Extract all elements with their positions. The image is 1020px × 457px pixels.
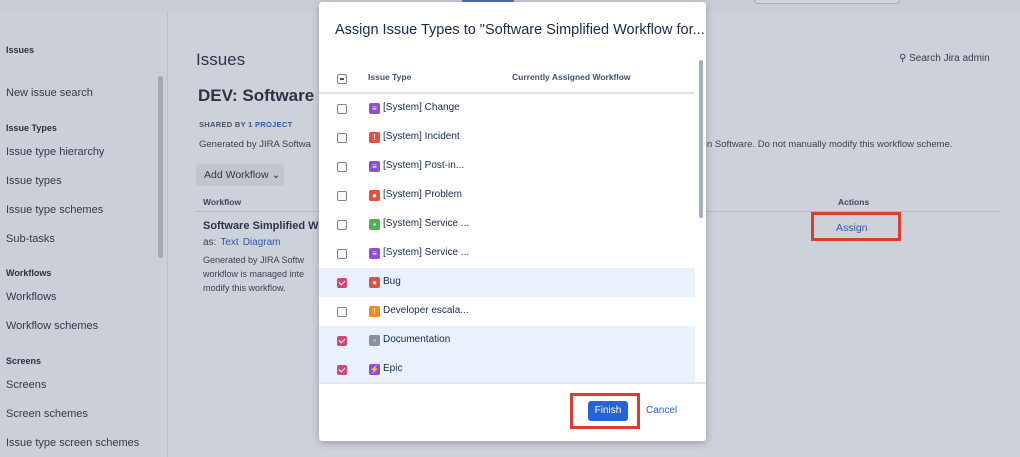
issue-type-label: Documentation: [383, 334, 451, 345]
column-header-workflow: Workflow: [203, 197, 242, 207]
issue-type-row[interactable]: ! Developer escala...: [319, 297, 695, 326]
issue-type-checkbox[interactable]: [337, 307, 347, 317]
shared-by-label: SHARED BY: [199, 120, 249, 129]
shared-by-project-link[interactable]: 1 PROJECT: [248, 120, 292, 129]
issue-type-label: [System] Service ...: [383, 247, 470, 258]
issue-type-checkbox[interactable]: [337, 278, 347, 288]
search-jira-admin-label: Search Jira admin: [909, 53, 990, 64]
issue-type-checkbox[interactable]: [337, 191, 347, 201]
sidebar-item-screens[interactable]: Screens: [6, 379, 46, 391]
workflow-scheme-title: DEV: Software S: [198, 86, 331, 105]
sidebar-item-issue-type-screen-schemes[interactable]: Issue type screen schemes: [6, 437, 139, 449]
workflow-name: Software Simplified W: [203, 220, 319, 232]
issue-type-row[interactable]: ▪ [System] Service ...: [319, 210, 695, 239]
annotation-highlight-finish: [570, 393, 640, 429]
page-title: Issues: [196, 50, 246, 69]
sidebar-item-screen-schemes[interactable]: Screen schemes: [6, 408, 88, 420]
annotation-highlight-assign: [811, 212, 901, 241]
view-as-diagram-link[interactable]: Diagram: [243, 237, 281, 248]
issue-type-checkbox[interactable]: [337, 365, 347, 375]
sidebar-section-workflows: Workflows: [6, 268, 52, 278]
select-all-checkbox[interactable]: [337, 74, 347, 84]
problem-icon: ●: [369, 190, 380, 201]
issue-type-checkbox[interactable]: [337, 336, 347, 346]
issue-type-label: Developer escala...: [383, 305, 469, 316]
issue-type-checkbox[interactable]: [337, 133, 347, 143]
issue-type-table-header: Issue Type Currently Assigned Workflow: [319, 66, 695, 94]
sidebar-item-issue-type-schemes[interactable]: Issue type schemes: [6, 204, 103, 216]
service-request-icon: ▪: [369, 219, 380, 230]
search-jira-admin-link[interactable]: ⚲ Search Jira admin: [899, 53, 990, 64]
workflow-description: Generated by JIRA Softw workflow is mana…: [203, 253, 319, 295]
bug-icon: ●: [369, 277, 380, 288]
view-as-label: as:: [203, 237, 217, 248]
sidebar-item-issue-types[interactable]: Issue types: [6, 175, 62, 187]
workflow-description-line: modify this workflow.: [203, 283, 286, 293]
global-search-input[interactable]: [754, 0, 900, 4]
issue-type-row[interactable]: ● Bug: [319, 268, 695, 297]
sidebar-item-sub-tasks[interactable]: Sub-tasks: [6, 233, 55, 245]
issue-type-row[interactable]: ≡ [System] Post-in...: [319, 152, 695, 181]
issue-type-label: Bug: [383, 276, 401, 287]
sidebar-section-screens: Screens: [6, 356, 42, 366]
change-icon: ≡: [369, 103, 380, 114]
post-incident-icon: ≡: [369, 161, 380, 172]
chevron-down-icon: ⌄: [271, 169, 281, 181]
workflow-description-line: Generated by JIRA Softw: [203, 255, 305, 265]
issue-type-label: [System] Post-in...: [383, 160, 465, 171]
issue-type-row[interactable]: ! [System] Incident: [319, 123, 695, 152]
issue-type-label: [System] Problem: [383, 189, 462, 200]
dialog-title: Assign Issue Types to "Software Simplifi…: [335, 22, 705, 38]
cancel-button[interactable]: Cancel: [646, 405, 677, 416]
dialog-scrollbar[interactable]: [699, 60, 703, 218]
workflow-description-line: workflow is managed inte: [203, 269, 305, 279]
sidebar-item-workflow-schemes[interactable]: Workflow schemes: [6, 320, 98, 332]
column-header-actions: Actions: [838, 197, 870, 207]
incident-icon: !: [369, 132, 380, 143]
add-workflow-label: Add Workflow: [204, 169, 269, 181]
issue-type-label: Epic: [383, 363, 403, 374]
shared-by-lozenge: SHARED BY 1 PROJECT: [199, 120, 293, 129]
issue-type-row[interactable]: ▫ Documentation: [319, 326, 695, 355]
issue-type-label: [System] Incident: [383, 131, 460, 142]
workflow-view-as: as: Text Diagram: [203, 237, 280, 248]
scheme-description-continued: n Software. Do not manually modify this …: [707, 139, 953, 150]
column-header-currently-assigned-workflow: Currently Assigned Workflow: [512, 72, 631, 82]
epic-icon: ⚡: [369, 364, 380, 375]
sidebar-item-issue-type-hierarchy[interactable]: Issue type hierarchy: [6, 146, 104, 158]
add-workflow-button[interactable]: Add Workflow ⌄: [196, 164, 284, 186]
issue-type-checkbox[interactable]: [337, 249, 347, 259]
assign-issue-types-dialog: Assign Issue Types to "Software Simplifi…: [319, 2, 706, 441]
issue-type-row[interactable]: ⚡ Epic: [319, 355, 695, 384]
issue-type-checkbox[interactable]: [337, 162, 347, 172]
sidebar-item-workflows[interactable]: Workflows: [6, 291, 57, 303]
sidebar-scrollbar[interactable]: [158, 76, 163, 258]
developer-escalation-icon: !: [369, 306, 380, 317]
column-header-issue-type: Issue Type: [368, 72, 412, 82]
view-as-text-link[interactable]: Text: [220, 237, 238, 248]
issue-type-label: [System] Service ...: [383, 218, 470, 229]
issue-type-checkbox[interactable]: [337, 104, 347, 114]
sidebar-item-new-issue-search[interactable]: New issue search: [6, 87, 93, 99]
search-icon: ⚲: [899, 53, 907, 64]
issue-type-checkbox[interactable]: [337, 220, 347, 230]
scheme-description: Generated by JIRA Softwa: [199, 139, 311, 150]
issue-type-row[interactable]: ≡ [System] Service ...: [319, 239, 695, 268]
issue-type-row[interactable]: ≡ [System] Change: [319, 94, 695, 123]
service-request-approvals-icon: ≡: [369, 248, 380, 259]
sidebar-section-issue-types: Issue Types: [6, 123, 57, 133]
issue-type-label: [System] Change: [383, 102, 460, 113]
issue-type-row[interactable]: ● [System] Problem: [319, 181, 695, 210]
documentation-icon: ▫: [369, 335, 380, 346]
sidebar-section-issues: Issues: [6, 45, 35, 55]
